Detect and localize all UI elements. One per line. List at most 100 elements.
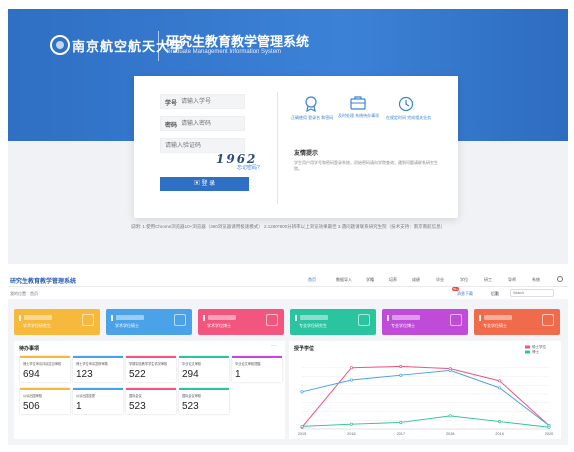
tile-academic-graduate[interactable]: 学术学位研究生 xyxy=(14,309,100,335)
x-tick-label: 2018 xyxy=(446,432,454,436)
todo-card[interactable]: 博士学位申请答辩审核 123 xyxy=(73,356,123,382)
data-point xyxy=(547,425,551,429)
login-card: 学号 密码 忘记密码? ▣ 登 录 正确使用 登录名 和密码 及时 xyxy=(134,76,458,218)
x-tick-label: 2019 xyxy=(495,432,503,436)
checklist-icon xyxy=(542,314,554,326)
captcha-input[interactable] xyxy=(165,140,245,152)
data-point xyxy=(399,373,403,377)
todo-card-value: 294 xyxy=(182,369,199,380)
login-footer: 说明: 1.使用Chrome浏览器10+浏览器（360浏览器请用极速模式） 2.… xyxy=(130,224,446,229)
menu-item-grades[interactable]: 成绩 xyxy=(412,277,420,283)
password-input[interactable] xyxy=(181,118,241,130)
tile-count xyxy=(24,315,52,320)
menu-item-student-affairs[interactable]: 研工 xyxy=(484,277,492,283)
todo-card[interactable]: 公派出国审核 506 xyxy=(20,388,70,414)
data-point xyxy=(498,420,502,424)
breadcrumb: 我的位置：首页 xyxy=(10,291,38,296)
tile-professional-graduate[interactable]: 专业学位研究生 xyxy=(290,309,376,335)
tile-marker xyxy=(479,315,481,321)
menu-item-system[interactable]: 系统 xyxy=(532,277,540,283)
login-button[interactable]: ▣ 登 录 xyxy=(160,177,249,191)
more-options-icon[interactable]: ··· xyxy=(271,343,277,349)
legend-label: 硕士学位 xyxy=(532,344,546,349)
tile-professional-doctor[interactable]: 专业学位博士 xyxy=(382,309,468,335)
power-icon[interactable] xyxy=(557,276,563,282)
legend-swatch xyxy=(525,350,530,354)
todo-card[interactable]: 国际会议审核 523 xyxy=(179,388,229,414)
todo-card-value: 522 xyxy=(129,369,146,380)
image-icon xyxy=(266,314,278,326)
degree-chart-panel: 授予学位 2015 2016 2017 2018 2019 2020 硕士学位 博士 xyxy=(289,341,561,439)
card-divider xyxy=(277,92,278,204)
tile-count xyxy=(300,315,328,320)
award-icon xyxy=(305,96,317,112)
todo-card[interactable]: 公派出国变更 1 xyxy=(73,388,123,414)
password-label: 密码 xyxy=(165,123,178,129)
data-point xyxy=(300,424,304,428)
student-id-field[interactable]: 学号 xyxy=(160,94,245,109)
logo-divider xyxy=(158,31,159,61)
data-point xyxy=(349,422,353,426)
todo-card[interactable]: 博士学位申请评阅意见审核 694 xyxy=(20,356,70,382)
login-screenshot: 南京航空航天大学 研究生教育教学管理系统 Graduate Management… xyxy=(8,9,568,264)
tile-label: 学术学位硕士 xyxy=(115,323,139,328)
todo-card-value: 123 xyxy=(76,369,93,380)
tile-label: 专业学位研究生 xyxy=(299,323,327,328)
menu-item-graduation[interactable]: 毕业 xyxy=(436,277,444,283)
password-field[interactable]: 密码 xyxy=(160,116,245,131)
briefcase-icon xyxy=(350,96,366,110)
degree-line-chart: 2015 2016 2017 2018 2019 2020 硕士学位博士 xyxy=(298,344,553,436)
tile-marker xyxy=(387,315,389,321)
notice-title: 友情提示 xyxy=(294,151,319,157)
captcha-image[interactable]: 1962 xyxy=(216,152,257,166)
todo-card-label: 国际会议审核 xyxy=(182,394,202,398)
tile-marker xyxy=(295,315,297,321)
todo-card[interactable]: 毕业论文审核 294 xyxy=(179,356,229,382)
todo-card-label: 博士学位申请答辩审核 xyxy=(76,362,108,366)
tile-academic-doctor[interactable]: 学术学位博士 xyxy=(198,309,284,335)
todo-card[interactable]: 毕业论文审核提醒 1 xyxy=(232,356,282,382)
x-tick-label: 2015 xyxy=(298,432,306,436)
student-id-input[interactable] xyxy=(181,96,241,108)
tile-academic-master[interactable]: 学术学位硕士 xyxy=(106,309,192,335)
stars-icon xyxy=(358,314,370,326)
user-menu[interactable]: 后勤 xyxy=(491,291,499,297)
feature-todo-label: 及时处理 系统待办事项 xyxy=(338,113,380,118)
data-point xyxy=(498,379,502,383)
todo-card-value: 523 xyxy=(182,401,199,412)
menu-item-supervisor[interactable]: 导师 xyxy=(508,277,516,283)
series-line xyxy=(301,415,550,428)
tile-count xyxy=(484,315,512,320)
data-point xyxy=(300,390,304,394)
menu-item-training[interactable]: 培养 xyxy=(389,277,397,283)
todo-card-label: 博士学位申请评阅意见审核 xyxy=(23,362,62,366)
login-icon: ▣ xyxy=(193,181,202,187)
menu-item-home[interactable]: 首页 xyxy=(308,277,316,283)
menu-item-roll[interactable]: 学籍 xyxy=(366,277,374,283)
todo-card-label: 公派出国变更 xyxy=(76,394,96,398)
tile-professional-master[interactable]: 专业学位硕士 xyxy=(474,309,560,335)
todo-card-value: 694 xyxy=(23,369,40,380)
x-tick-label: 2017 xyxy=(397,432,405,436)
captcha-field[interactable] xyxy=(160,138,245,153)
tile-label: 学术学位研究生 xyxy=(23,323,51,328)
student-id-label: 学号 xyxy=(165,101,178,107)
todo-card[interactable]: 国际会议 523 xyxy=(126,388,176,414)
notifications-link[interactable]: 消息下载 xyxy=(457,291,473,297)
menu-item-degree[interactable]: 学位 xyxy=(460,277,468,283)
data-point xyxy=(448,414,452,418)
tile-count xyxy=(116,315,144,320)
data-point xyxy=(399,364,403,368)
menu-item-import[interactable]: 数据导入 xyxy=(336,277,352,283)
app-title: 研究生教育教学管理系统 xyxy=(10,278,77,285)
system-title: 研究生教育教学管理系统 xyxy=(166,34,310,49)
todo-card-value: 1 xyxy=(235,369,241,380)
search-input[interactable] xyxy=(510,289,554,297)
data-point xyxy=(448,368,452,372)
todo-card[interactable]: 学期实验教学学生情况审核 522 xyxy=(126,356,176,382)
badge-icon xyxy=(450,314,462,326)
feature-deadline-label: 在规定时间 完成相关业务 xyxy=(386,115,432,120)
system-title-en: Graduate Management Information System xyxy=(166,49,282,55)
document-icon xyxy=(82,314,94,326)
todo-card-label: 毕业论文审核 xyxy=(182,362,202,366)
